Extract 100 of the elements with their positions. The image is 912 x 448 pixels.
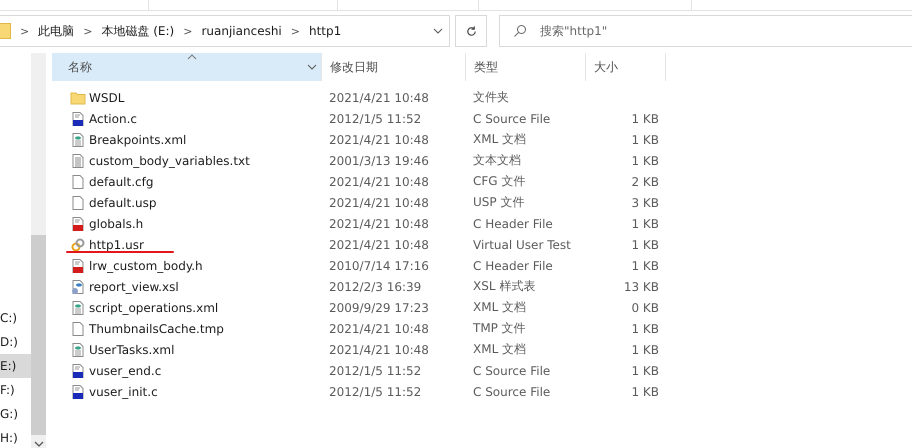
address-bar[interactable]: > 此电脑 > 本地磁盘 (E:) > ruanjianceshi > http1 (0, 15, 450, 47)
date-cell-text: 2021/4/21 10:48 (328, 90, 430, 104)
xml-file-icon (70, 300, 86, 316)
file-name[interactable]: Breakpoints.xml (89, 132, 186, 146)
size-cell-text: 1 KB (630, 216, 660, 230)
search-field[interactable]: 搜索"http1" (499, 15, 912, 47)
type-cell-text: C Header File (472, 216, 554, 230)
type-cell-text: C Source File (472, 384, 552, 398)
date-cell-text: 2021/4/21 10:48 (328, 342, 430, 356)
rings-icon (70, 236, 86, 252)
date-cell-text: 2012/2/3 16:39 (328, 280, 422, 294)
column-header[interactable]: 类型 (466, 53, 586, 81)
file-name[interactable]: default.cfg (89, 174, 154, 188)
file-name[interactable]: Action.c (89, 112, 137, 126)
type-cell-text: XML 文档 (472, 299, 528, 316)
drive-item[interactable]: C:) (0, 306, 31, 330)
xml-file-icon (70, 132, 86, 148)
type-cell-text: XML 文档 (472, 341, 528, 358)
folder-icon (70, 90, 86, 106)
date-cell-text: 2021/4/21 10:48 (328, 322, 430, 336)
file-name[interactable]: ThumbnailsCache.tmp (89, 322, 224, 336)
date-cell-text: 2021/4/21 10:48 (328, 238, 430, 252)
file-name[interactable]: default.usp (89, 196, 157, 210)
type-cell-text: XSL 样式表 (472, 278, 536, 295)
text-file-icon (70, 152, 86, 168)
date-cell-text: 2021/4/21 10:48 (328, 216, 430, 230)
file-name[interactable]: http1.usr (89, 238, 144, 252)
drive-item[interactable]: G:) (0, 402, 31, 426)
chevron: > (290, 24, 300, 38)
search-icon (513, 24, 527, 38)
chevron: > (183, 24, 192, 38)
type-cell-text: Virtual User Test (472, 238, 572, 252)
drive-item[interactable]: H:) (0, 426, 31, 448)
column-header[interactable]: 名称 (52, 53, 322, 81)
file-name[interactable]: vuser_end.c (89, 364, 162, 378)
breadcrumb[interactable]: ruanjianceshi (201, 24, 282, 38)
date-cell-text: 2010/7/14 17:16 (328, 258, 430, 272)
column-header[interactable]: 大小 (586, 53, 666, 81)
type-cell-text: 文件夹 (472, 89, 510, 106)
size-cell-text: 1 KB (630, 154, 660, 168)
date-cell-text: 2021/4/21 10:48 (328, 174, 430, 188)
c-file-icon (70, 362, 86, 378)
xsl-file-icon (70, 278, 86, 294)
column-header[interactable]: 修改日期 (322, 53, 466, 81)
refresh-icon (464, 24, 478, 38)
file-name[interactable]: WSDL (89, 90, 124, 104)
date-cell-text: 2001/3/13 19:46 (328, 154, 430, 168)
drive-item[interactable]: D:) (0, 330, 31, 354)
size-cell-text: 3 KB (630, 196, 660, 210)
chevron-down-icon[interactable] (433, 26, 443, 36)
type-cell-text: C Source File (472, 364, 552, 378)
drive-item[interactable]: F:) (0, 378, 31, 402)
file-icon (70, 174, 86, 190)
size-cell-text: 13 KB (622, 280, 660, 294)
type-cell-text: C Header File (472, 258, 554, 272)
size-cell-text: 1 KB (630, 364, 660, 378)
size-cell-text: 1 KB (630, 258, 660, 272)
size-cell-text: 1 KB (630, 238, 660, 252)
file-name[interactable]: vuser_init.c (89, 384, 158, 398)
date-cell-text: 2012/1/5 11:52 (328, 384, 422, 398)
type-cell-text: XML 文档 (472, 131, 528, 148)
date-cell-text: 2012/1/5 11:52 (328, 364, 422, 378)
file-name[interactable]: script_operations.xml (89, 300, 218, 314)
folder-icon (0, 23, 11, 39)
date-cell-text: 2012/1/5 11:52 (328, 112, 422, 126)
c-file-icon (70, 384, 86, 400)
date-cell-text: 2021/4/21 10:48 (328, 132, 430, 146)
chevron: > (20, 24, 30, 38)
xml-file-icon (70, 342, 86, 358)
chevron-down-icon[interactable] (307, 62, 317, 72)
file-name[interactable]: custom_body_variables.txt (89, 154, 250, 168)
header-file-icon (70, 216, 86, 232)
type-cell-text: TMP 文件 (472, 320, 527, 337)
file-name[interactable]: lrw_custom_body.h (89, 258, 203, 272)
drive-item[interactable]: E:) (0, 354, 31, 378)
size-cell-text: 1 KB (630, 322, 660, 336)
c-file-icon (70, 110, 86, 126)
file-name[interactable]: globals.h (89, 216, 144, 230)
scroll-down-icon[interactable] (34, 439, 44, 448)
type-cell-text: 文本文档 (472, 152, 522, 169)
breadcrumb[interactable]: 此电脑 (38, 22, 74, 40)
type-cell-text: C Source File (472, 112, 552, 126)
size-cell-text: 2 KB (630, 174, 660, 188)
type-cell-text: CFG 文件 (472, 173, 526, 190)
file-icon (70, 320, 86, 336)
breadcrumb[interactable]: 本地磁盘 (E:) (101, 22, 174, 40)
type-cell-text: USP 文件 (472, 194, 526, 211)
breadcrumb[interactable]: http1 (308, 24, 342, 38)
size-cell-text: 1 KB (630, 384, 660, 398)
size-cell-text: 1 KB (630, 112, 660, 126)
header-file-icon (70, 258, 86, 274)
date-cell-text: 2009/9/29 17:23 (328, 300, 430, 314)
file-name[interactable]: report_view.xsl (89, 280, 179, 294)
date-cell-text: 2021/4/21 10:48 (328, 196, 430, 210)
chevron: > (83, 24, 92, 38)
file-icon (70, 194, 86, 210)
refresh-button[interactable] (455, 15, 487, 47)
file-name[interactable]: UserTasks.xml (89, 342, 174, 356)
scrollbar-thumb[interactable] (31, 235, 46, 435)
size-cell-text: 0 KB (630, 300, 660, 314)
